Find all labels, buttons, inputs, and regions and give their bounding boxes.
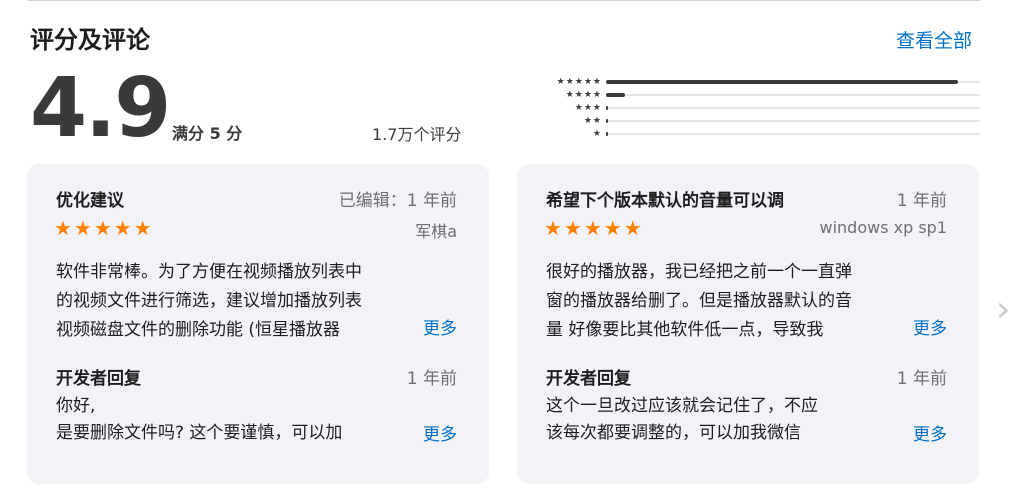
histogram-track — [606, 93, 980, 97]
developer-response-more-link[interactable]: 更多 — [907, 420, 947, 445]
histogram-track — [606, 80, 980, 84]
rating-scale: 满分 5 分 — [172, 124, 243, 143]
histogram-bar — [606, 132, 609, 136]
histogram-stars-label: ★★★★ — [565, 90, 602, 100]
developer-response-line: 你好, — [56, 396, 96, 416]
review-body-line: 软件非常棒。为了方便在视频播放列表中 — [56, 262, 362, 282]
review-body: 软件非常棒。为了方便在视频播放列表中 的视频文件进行筛选，建议增加播放列表 视频… — [56, 258, 438, 345]
developer-response-line: 这个一旦改过应该就会记住了，不应 — [546, 396, 818, 416]
review-author: windows xp sp1 — [819, 218, 947, 237]
histogram-bar — [606, 106, 609, 110]
review-more-link[interactable]: 更多 — [907, 314, 947, 339]
review-title: 希望下个版本默认的音量可以调 — [546, 191, 784, 211]
review-title: 优化建议 — [56, 191, 124, 211]
developer-response-date: 1 年前 — [406, 369, 457, 389]
histogram-bar — [606, 93, 625, 97]
average-rating: 4.9 — [30, 61, 171, 156]
top-divider — [28, 0, 980, 1]
histogram-track — [606, 106, 980, 110]
rating-count: 1.7万个评分 — [372, 125, 462, 144]
review-body: 很好的播放器，我已经把之前一个一直弹 窗的播放器给删了。但是播放器默认的音 量 … — [546, 258, 928, 345]
next-chevron-icon[interactable]: › — [996, 290, 1010, 330]
histogram-row-2: ★★ — [514, 115, 980, 127]
review-author: 军棋a — [415, 222, 457, 241]
developer-response-line: 是要删除文件吗? 这个要谨慎，可以加 — [56, 423, 343, 443]
histogram-track — [606, 119, 980, 123]
rating-histogram: ★★★★★ ★★★★ ★★★ ★★ ★ — [514, 76, 980, 140]
review-star-rating: ★★★★★ — [544, 216, 644, 240]
histogram-stars-label: ★★★★★ — [556, 77, 602, 87]
review-body-line: 量 好像要比其他软件低一点，导致我 — [546, 320, 824, 340]
see-all-link[interactable]: 查看全部 — [896, 26, 972, 53]
histogram-track — [606, 132, 980, 136]
developer-response-more-link[interactable]: 更多 — [417, 420, 457, 445]
developer-response-date: 1 年前 — [896, 369, 947, 389]
histogram-stars-label: ★ — [592, 129, 602, 139]
histogram-bar — [606, 80, 958, 84]
review-card[interactable]: 希望下个版本默认的音量可以调 1 年前 ★★★★★ windows xp sp1… — [517, 164, 979, 484]
review-card[interactable]: 优化建议 已编辑：1 年前 ★★★★★ 军棋a 软件非常棒。为了方便在视频播放列… — [27, 164, 489, 484]
review-star-rating: ★★★★★ — [54, 216, 154, 240]
histogram-row-3: ★★★ — [514, 102, 980, 114]
developer-response-label: 开发者回复 — [56, 369, 141, 389]
histogram-stars-label: ★★★ — [574, 103, 602, 113]
histogram-bar — [606, 119, 609, 123]
developer-response-label: 开发者回复 — [546, 369, 631, 389]
histogram-stars-label: ★★ — [583, 116, 602, 126]
developer-response-line: 该每次都要调整的，可以加我微信 — [546, 423, 801, 443]
review-more-link[interactable]: 更多 — [417, 314, 457, 339]
review-body-line: 视频磁盘文件的删除功能 (恒星播放器 — [56, 320, 341, 340]
review-body-line: 很好的播放器，我已经把之前一个一直弹 — [546, 262, 852, 282]
review-date: 1 年前 — [896, 191, 947, 211]
developer-response-body: 你好, 是要删除文件吗? 这个要谨慎，可以加 — [56, 393, 438, 449]
histogram-row-1: ★ — [514, 128, 980, 140]
review-body-line: 窗的播放器给删了。但是播放器默认的音 — [546, 291, 852, 311]
histogram-row-5: ★★★★★ — [514, 76, 980, 88]
review-date: 已编辑：1 年前 — [338, 191, 457, 211]
section-title: 评分及评论 — [30, 26, 150, 54]
review-body-line: 的视频文件进行筛选，建议增加播放列表 — [56, 291, 362, 311]
developer-response-body: 这个一旦改过应该就会记住了，不应 该每次都要调整的，可以加我微信 — [546, 393, 928, 449]
histogram-row-4: ★★★★ — [514, 89, 980, 101]
